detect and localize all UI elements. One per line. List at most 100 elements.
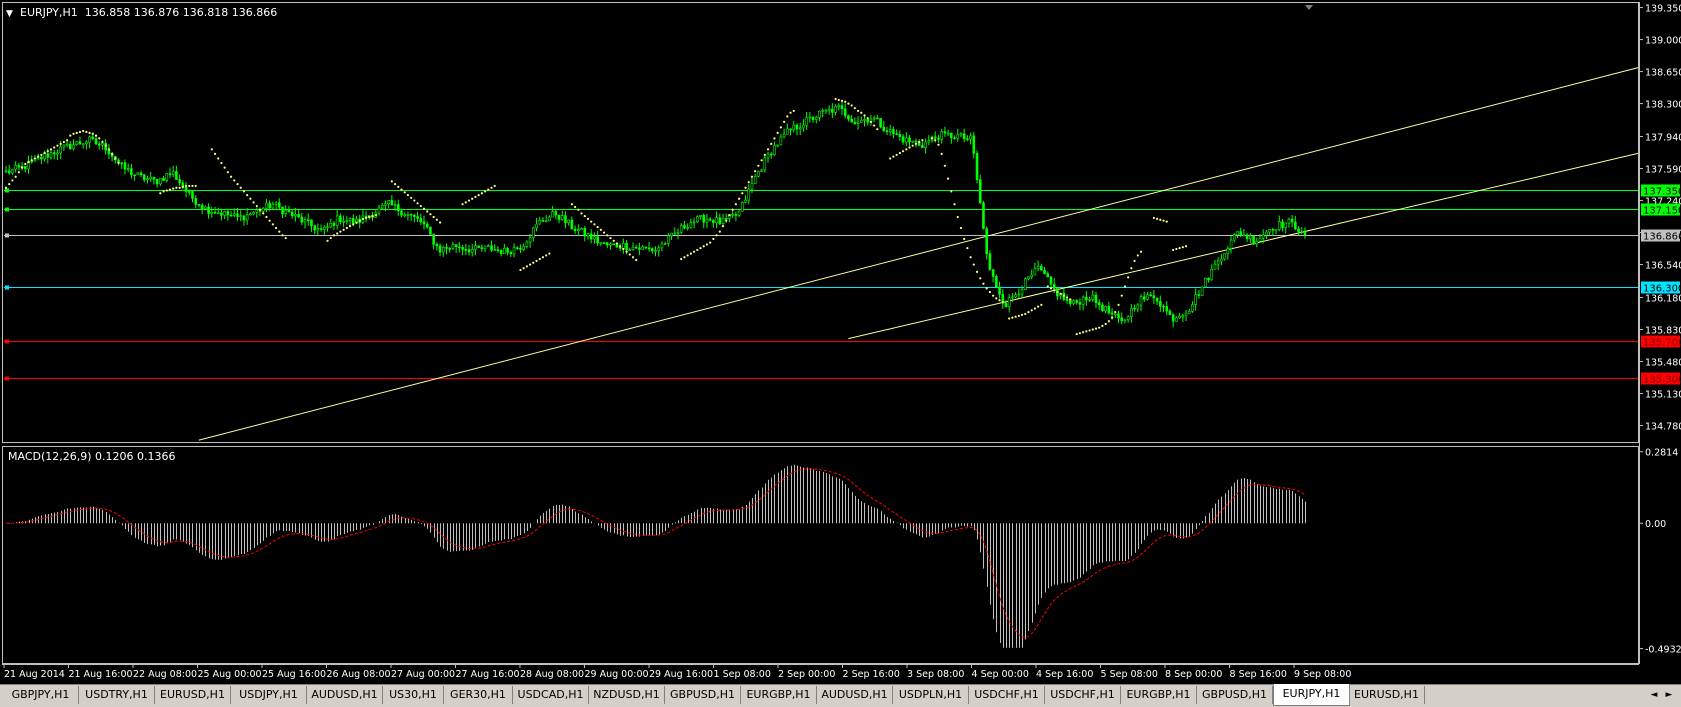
sar-dot	[963, 237, 966, 241]
price-tick-label: 136.540	[1645, 261, 1681, 272]
sar-dot	[233, 179, 236, 182]
tab-eurusd-h1[interactable]: EURUSD,H1	[155, 686, 231, 704]
candle-body	[1271, 229, 1275, 231]
candle-body	[882, 126, 886, 132]
sar-dot	[429, 213, 432, 216]
time-tick-label: 8 Sep 00:00	[1165, 669, 1222, 680]
candle-body	[477, 245, 480, 248]
sar-dot	[326, 239, 329, 242]
sar-dot	[480, 192, 483, 195]
tab-eurgbp-h1[interactable]: EURGBP,H1	[741, 686, 817, 704]
candle-body	[1281, 221, 1284, 228]
candle-body	[474, 245, 477, 250]
candle-body	[65, 143, 69, 146]
tab-usdchf-h1[interactable]: USDCHF,H1	[969, 686, 1045, 704]
sar-dot	[69, 134, 72, 137]
sar-dot	[988, 290, 991, 294]
candle-body	[695, 216, 699, 223]
sar-dot	[750, 175, 754, 178]
chart-window[interactable]: 139.350 139.000 138.650 138.300 137.940 137.5…	[0, 0, 1681, 707]
sar-dot	[1184, 245, 1188, 248]
sar-dot	[255, 204, 258, 208]
scroll-left-icon[interactable]: ◄	[1647, 687, 1661, 703]
tab-eurgbp-h1[interactable]: EURGBP,H1	[1121, 686, 1197, 704]
sar-dot	[844, 100, 847, 103]
sar-dot	[1162, 219, 1165, 222]
sar-dot	[1098, 326, 1101, 329]
sar-dot	[1181, 246, 1184, 249]
candle-body	[454, 244, 458, 247]
sar-dot	[731, 208, 734, 211]
tab-usdjpy-h1[interactable]: USDJPY,H1	[231, 686, 307, 704]
candle-body	[776, 144, 779, 147]
tab-us30-h1[interactable]: US30,H1	[383, 686, 444, 704]
candle-body	[808, 116, 812, 119]
sar-dot	[20, 166, 24, 169]
sar-dot	[249, 197, 252, 200]
sar-dot	[905, 148, 908, 151]
sar-dot	[252, 201, 255, 204]
tab-nzdusd-h1[interactable]: NZDUSD,H1	[589, 686, 665, 704]
sar-dot	[548, 252, 551, 255]
tab-eurusd-h1[interactable]: EURUSD,H1	[1349, 686, 1425, 704]
tab-gbpusd-h1[interactable]: GBPUSD,H1	[1197, 686, 1273, 704]
sar-dot	[570, 203, 574, 206]
candle-body	[609, 243, 612, 246]
candle-body	[300, 216, 304, 223]
sar-dot	[930, 137, 934, 140]
sar-dot	[336, 232, 339, 235]
candle-body	[998, 286, 1001, 295]
sar-dot	[1155, 217, 1159, 220]
candle-body	[577, 229, 580, 232]
sar-dot	[1033, 307, 1037, 310]
scroll-right-icon[interactable]: ►	[1662, 687, 1676, 703]
tab-usdchf-h1[interactable]: USDCHF,H1	[1045, 686, 1121, 704]
candle-body	[88, 136, 91, 143]
candle-body	[946, 132, 950, 135]
sar-dot	[361, 217, 365, 220]
candle-body	[519, 247, 522, 250]
candle-body	[927, 140, 931, 143]
candle-body	[1101, 304, 1104, 312]
tab-usdcad-h1[interactable]: USDCAD,H1	[513, 686, 589, 704]
candle-body	[750, 183, 754, 190]
tab-ger30-h1[interactable]: GER30,H1	[444, 686, 513, 704]
candle-body	[52, 152, 56, 155]
chart-menu-marker[interactable]: ▼	[6, 9, 13, 19]
sar-dot	[946, 177, 950, 180]
candle-body	[297, 213, 300, 218]
sar-dot	[181, 185, 184, 188]
tab-audusd-h1[interactable]: AUDUSD,H1	[817, 686, 893, 704]
tab-gbpjpy-h1[interactable]: GBPJPY,H1	[3, 686, 79, 704]
tab-usdtry-h1[interactable]: USDTRY,H1	[79, 686, 155, 704]
candle-body	[171, 171, 175, 175]
candle-body	[863, 119, 866, 121]
candle-body	[628, 249, 632, 251]
sar-dot	[242, 190, 246, 193]
candle-body	[136, 172, 140, 176]
candle-body	[438, 245, 442, 253]
candle-body	[731, 214, 734, 216]
candle-body	[1300, 231, 1304, 234]
sar-dot	[281, 234, 284, 237]
tab-usdpln-h1[interactable]: USDPLN,H1	[893, 686, 969, 704]
candle-body	[1146, 294, 1149, 300]
sar-dot	[1059, 292, 1062, 295]
sar-dot	[1133, 259, 1136, 263]
sar-dot	[837, 98, 840, 102]
candle-body	[483, 245, 487, 250]
sar-dot	[30, 159, 33, 162]
sar-dot	[535, 259, 538, 263]
candle-body	[184, 186, 188, 192]
tab-gbpusd-h1[interactable]: GBPUSD,H1	[665, 686, 741, 704]
candle-body	[712, 219, 715, 224]
candle-body	[249, 213, 252, 216]
sar-dot	[413, 199, 416, 202]
price-tick-label: 139.000	[1645, 36, 1681, 47]
time-tick-label: 4 Sep 16:00	[1036, 669, 1093, 680]
candle-body	[329, 222, 333, 228]
tab-audusd-h1[interactable]: AUDUSD,H1	[307, 686, 383, 704]
price-chart[interactable]: 139.350 139.000 138.650 138.300 137.940 137.5…	[0, 0, 1681, 684]
tab-eurjpy-h1[interactable]: EURJPY,H1	[1273, 684, 1350, 706]
candle-body	[1213, 263, 1217, 270]
